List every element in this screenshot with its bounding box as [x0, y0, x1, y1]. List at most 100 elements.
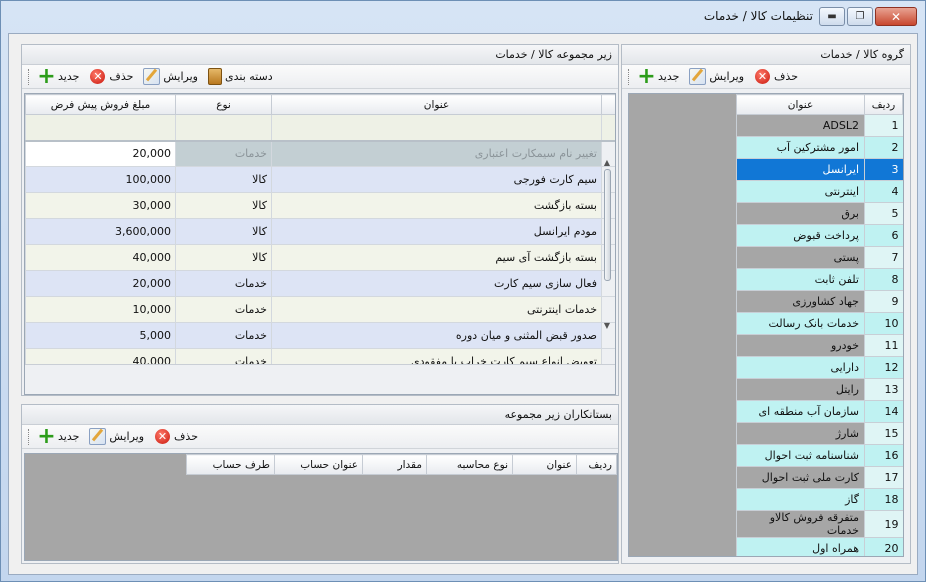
- group-row-number-cell[interactable]: 10: [864, 312, 903, 335]
- group-title-cell[interactable]: گاز: [736, 488, 865, 511]
- group-row-number-cell[interactable]: 12: [864, 356, 903, 379]
- subgroup-type-cell[interactable]: کالا: [175, 244, 272, 271]
- group-title-cell[interactable]: شناسنامه ثبت احوال: [736, 444, 865, 467]
- column-header-account-title[interactable]: عنوان حساب: [274, 454, 363, 475]
- column-header-row[interactable]: ردیف: [576, 454, 617, 475]
- subgroup-title-cell[interactable]: صدور قبض المثنی و میان دوره: [271, 322, 602, 349]
- subgroup-row[interactable]: 100,000 کالا سیم کارت فورجی: [25, 166, 615, 193]
- column-header-calc-type[interactable]: نوع محاسبه: [426, 454, 513, 475]
- group-row-number-cell[interactable]: 14: [864, 400, 903, 423]
- subgroup-price-cell[interactable]: 100,000: [25, 166, 176, 193]
- group-row[interactable]: متفرقه فروش کالاو خدمات 19: [736, 510, 903, 538]
- subgroup-price-cell[interactable]: 40,000: [25, 244, 176, 271]
- subgroup-row[interactable]: 40,000 کالا بسته بازگشت آی سیم: [25, 244, 615, 271]
- subgroup-price-cell[interactable]: 10,000: [25, 296, 176, 323]
- column-header-title[interactable]: عنوان: [512, 454, 577, 475]
- group-row[interactable]: دارایی 12: [736, 356, 903, 379]
- subgroups-new-button[interactable]: + جدید: [35, 66, 82, 88]
- minimize-button[interactable]: ▬: [819, 7, 845, 26]
- column-header-amount[interactable]: مقدار: [362, 454, 427, 475]
- filter-cell-price[interactable]: [25, 114, 176, 142]
- subgroup-price-cell[interactable]: 3,600,000: [25, 218, 176, 245]
- group-row[interactable]: امور مشترکین آب 2: [736, 136, 903, 159]
- group-row-number-cell[interactable]: 15: [864, 422, 903, 445]
- creditors-delete-button[interactable]: ✕ حذف: [151, 428, 201, 445]
- subgroup-title-cell[interactable]: فعال سازی سیم کارت: [271, 270, 602, 297]
- groups-delete-button[interactable]: ✕ حذف: [751, 68, 801, 85]
- subgroup-price-cell[interactable]: 5,000: [25, 322, 176, 349]
- title-bar[interactable]: تنظیمات کالا / خدمات ▬ ❐ ✕: [1, 1, 925, 33]
- subgroups-category-button[interactable]: دسته بندی: [205, 68, 276, 85]
- group-row[interactable]: کارت ملی ثبت احوال 17: [736, 466, 903, 489]
- group-title-cell[interactable]: تلفن ثابت: [736, 268, 865, 291]
- column-header-title[interactable]: عنوان: [736, 94, 865, 115]
- group-row[interactable]: گاز 18: [736, 488, 903, 511]
- group-title-cell[interactable]: دارایی: [736, 356, 865, 379]
- subgroup-title-cell[interactable]: تغییر نام سیمکارت اعتباری: [271, 140, 602, 167]
- group-title-cell[interactable]: برق: [736, 202, 865, 225]
- group-row[interactable]: رایتل 13: [736, 378, 903, 401]
- group-row[interactable]: همراه اول 20: [736, 537, 903, 556]
- subgroup-price-cell[interactable]: 30,000: [25, 192, 176, 219]
- subgroup-title-cell[interactable]: بسته بازگشت: [271, 192, 602, 219]
- subgroup-price-cell[interactable]: 20,000: [25, 270, 176, 297]
- toolbar-grip[interactable]: [628, 68, 631, 85]
- subgroup-type-cell[interactable]: کالا: [175, 218, 272, 245]
- subgroup-row[interactable]: 5,000 خدمات صدور قبض المثنی و میان دوره: [25, 322, 615, 349]
- group-title-cell[interactable]: همراه اول: [736, 537, 865, 556]
- group-row[interactable]: خدمات بانک رسالت 10: [736, 312, 903, 335]
- subgroup-row[interactable]: 10,000 خدمات خدمات اینترنتی: [25, 296, 615, 323]
- subgroup-price-cell[interactable]: 20,000: [25, 140, 176, 167]
- group-row[interactable]: اینترنتی 4: [736, 180, 903, 203]
- subgroup-type-cell[interactable]: خدمات: [175, 270, 272, 297]
- group-title-cell[interactable]: رایتل: [736, 378, 865, 401]
- subgroup-title-cell[interactable]: خدمات اینترنتی: [271, 296, 602, 323]
- group-row-number-cell[interactable]: 8: [864, 268, 903, 291]
- group-row[interactable]: شناسنامه ثبت احوال 16: [736, 444, 903, 467]
- subgroup-row[interactable]: 3,600,000 کالا مودم ایرانسل: [25, 218, 615, 245]
- subgroup-title-cell[interactable]: بسته بازگشت آی سیم: [271, 244, 602, 271]
- subgroup-type-cell[interactable]: خدمات: [175, 296, 272, 323]
- group-row-number-cell[interactable]: 5: [864, 202, 903, 225]
- scroll-up-arrow-icon[interactable]: ▲: [602, 158, 612, 167]
- scroll-down-arrow-icon[interactable]: ▼: [602, 321, 612, 330]
- group-title-cell[interactable]: ADSL2: [736, 114, 865, 137]
- subgroups-delete-button[interactable]: ✕ حذف: [86, 68, 136, 85]
- restore-button[interactable]: ❐: [847, 7, 873, 26]
- creditors-new-button[interactable]: + جدید: [35, 426, 82, 448]
- group-row-number-cell[interactable]: 6: [864, 224, 903, 247]
- group-row-number-cell[interactable]: 11: [864, 334, 903, 357]
- group-row[interactable]: پستی 7: [736, 246, 903, 269]
- filter-cell-title[interactable]: [271, 114, 602, 142]
- group-title-cell[interactable]: خدمات بانک رسالت: [736, 312, 865, 335]
- group-row[interactable]: تلفن ثابت 8: [736, 268, 903, 291]
- group-row-number-cell[interactable]: 9: [864, 290, 903, 313]
- subgroup-type-cell[interactable]: کالا: [175, 192, 272, 219]
- group-row-number-cell[interactable]: 20: [864, 537, 903, 556]
- column-header-type[interactable]: نوع: [175, 94, 272, 115]
- group-title-cell[interactable]: متفرقه فروش کالاو خدمات: [736, 510, 865, 538]
- groups-edit-button[interactable]: ویرایش: [686, 68, 747, 85]
- group-title-cell[interactable]: سازمان آب منطقه ای: [736, 400, 865, 423]
- toolbar-grip[interactable]: [28, 68, 31, 85]
- group-title-cell[interactable]: جهاد کشاورزی: [736, 290, 865, 313]
- subgroup-title-cell[interactable]: سیم کارت فورجی: [271, 166, 602, 193]
- subgroup-type-cell[interactable]: خدمات: [175, 140, 272, 167]
- subgroup-type-cell[interactable]: خدمات: [175, 322, 272, 349]
- group-row-number-cell[interactable]: 19: [864, 510, 903, 538]
- group-row-number-cell[interactable]: 17: [864, 466, 903, 489]
- column-header-row[interactable]: ردیف: [864, 94, 903, 115]
- group-row-number-cell[interactable]: 1: [864, 114, 903, 137]
- group-row-number-cell[interactable]: 18: [864, 488, 903, 511]
- subgroups-vertical-scrollbar[interactable]: ▲ ▼: [602, 158, 612, 338]
- group-row[interactable]: ADSL2 1: [736, 114, 903, 137]
- group-title-cell[interactable]: خودرو: [736, 334, 865, 357]
- subgroup-row[interactable]: 20,000 خدمات تغییر نام سیمکارت اعتباری: [25, 140, 615, 167]
- group-row-number-cell[interactable]: 16: [864, 444, 903, 467]
- subgroups-edit-button[interactable]: ویرایش: [140, 68, 201, 85]
- group-row-number-cell[interactable]: 4: [864, 180, 903, 203]
- subgroup-title-cell[interactable]: مودم ایرانسل: [271, 218, 602, 245]
- subgroup-row[interactable]: 30,000 کالا بسته بازگشت: [25, 192, 615, 219]
- groups-new-button[interactable]: + جدید: [635, 66, 682, 88]
- group-row[interactable]: سازمان آب منطقه ای 14: [736, 400, 903, 423]
